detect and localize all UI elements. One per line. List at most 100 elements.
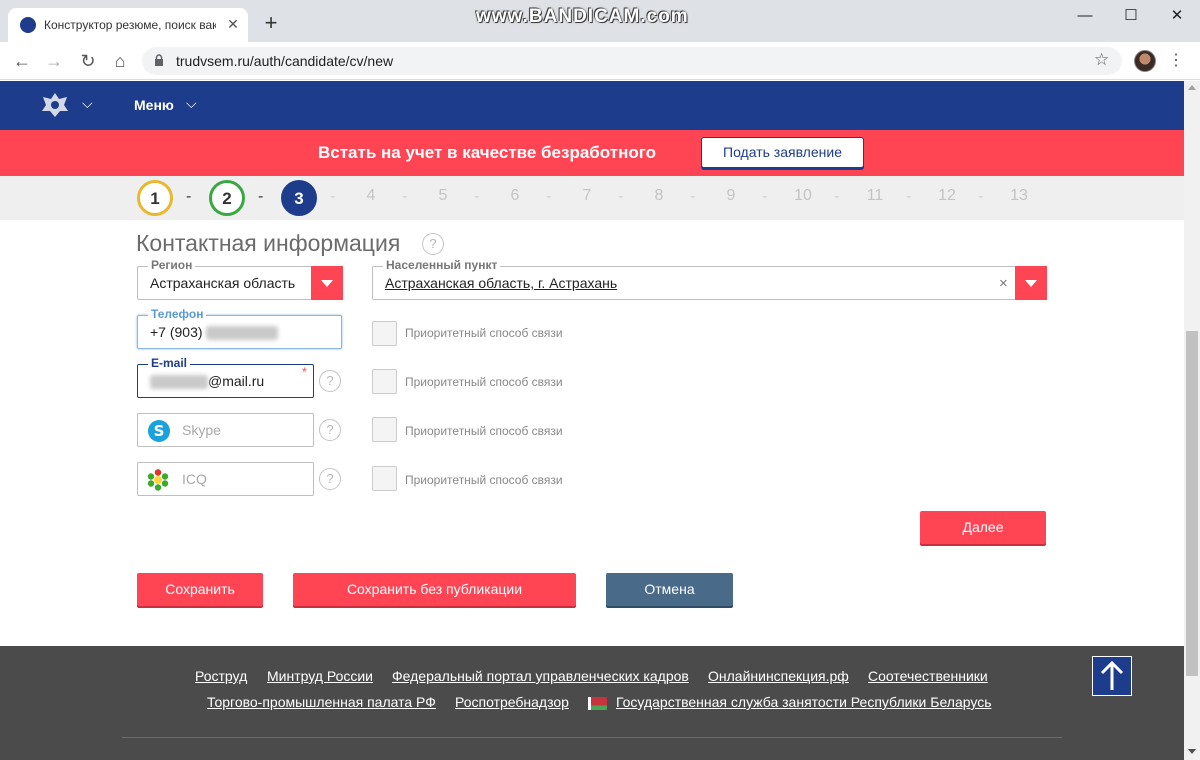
cancel-button[interactable]: Отмена: [606, 573, 733, 606]
icq-input[interactable]: ICQ: [137, 462, 314, 496]
arrow-up-icon: [1100, 660, 1124, 690]
phone-input[interactable]: Телефон +7 (903): [137, 307, 342, 349]
scroll-up-icon[interactable]: [1188, 85, 1196, 90]
chevron-down-icon[interactable]: ⌵: [186, 95, 197, 112]
phone-priority-checkbox[interactable]: [372, 321, 397, 346]
site-header: ⌵ Меню ⌵: [0, 81, 1184, 130]
skype-priority-label: Приоритетный способ связи: [405, 424, 563, 438]
footer-link-mintrud[interactable]: Минтруд России: [267, 668, 373, 684]
city-select[interactable]: Населенный пункт Астраханская область, г…: [372, 258, 1047, 300]
unemployment-banner: Встать на учет в качестве безработного П…: [0, 130, 1184, 176]
submit-application-button[interactable]: Подать заявление: [701, 137, 864, 168]
footer-link-rospotrebnadzor[interactable]: Роспотребнадзор: [455, 694, 569, 710]
browser-menu-icon[interactable]: ⋮: [1166, 50, 1186, 72]
icq-priority-checkbox[interactable]: [372, 466, 397, 491]
footer-link-management-portal[interactable]: Федеральный портал управленческих кадров: [392, 668, 689, 684]
region-select[interactable]: Регион Астраханская область: [137, 258, 343, 300]
scroll-to-top-button[interactable]: [1092, 656, 1132, 696]
icq-flower-icon: [147, 469, 169, 491]
step-2[interactable]: 2: [209, 180, 245, 216]
site-footer: Роструд Минтруд России Федеральный порта…: [0, 646, 1184, 760]
footer-link-belarus-employment[interactable]: Государственная служба занятости Республ…: [616, 694, 992, 710]
skype-priority-checkbox[interactable]: [372, 417, 397, 442]
forward-icon[interactable]: →: [42, 50, 66, 72]
svg-text:S: S: [154, 422, 165, 440]
clear-icon[interactable]: ×: [999, 275, 1008, 292]
new-tab-icon[interactable]: +: [258, 10, 284, 36]
minimize-icon[interactable]: —: [1062, 6, 1108, 26]
step-6: 6: [510, 187, 520, 204]
footer-link-rostrud[interactable]: Роструд: [195, 668, 247, 684]
step-13: 13: [1010, 187, 1028, 204]
step-separator: -: [978, 188, 984, 205]
region-value: Астраханская область: [150, 275, 296, 291]
phone-priority-label: Приоритетный способ связи: [405, 326, 563, 340]
dropdown-arrow-icon[interactable]: [1015, 266, 1047, 300]
step-separator: -: [906, 188, 912, 205]
window-close-icon[interactable]: ✕: [1154, 6, 1200, 26]
profile-avatar[interactable]: [1134, 50, 1156, 72]
region-label: Регион: [148, 258, 196, 272]
skype-placeholder: Skype: [182, 422, 221, 438]
step-7: 7: [582, 187, 592, 204]
step-progress: 1-2-3-4-5-6-7-8-9-10-11-12-13: [0, 176, 1184, 220]
step-12: 12: [938, 187, 956, 204]
city-value: Астраханская область, г. Астрахань: [385, 275, 618, 291]
step-8: 8: [654, 187, 664, 204]
maximize-icon[interactable]: ☐: [1108, 6, 1154, 26]
scrollbar-thumb[interactable]: [1186, 331, 1198, 676]
skype-help-icon[interactable]: ?: [319, 419, 341, 441]
belarus-flag-icon: [588, 697, 607, 710]
next-button[interactable]: Далее: [920, 511, 1046, 544]
save-without-publishing-button[interactable]: Сохранить без публикации: [293, 573, 576, 606]
step-separator: -: [402, 188, 408, 205]
step-11: 11: [866, 187, 884, 204]
tab-close-icon[interactable]: ✕: [224, 14, 242, 34]
step-3[interactable]: 3: [281, 180, 317, 216]
phone-prefix: +7 (903): [150, 324, 203, 340]
email-help-icon[interactable]: ?: [319, 370, 341, 392]
help-icon[interactable]: ?: [422, 233, 444, 255]
step-separator: -: [258, 188, 264, 205]
tab-title: Конструктор резюме, поиск вак: [44, 18, 216, 32]
save-button[interactable]: Сохранить: [137, 573, 263, 606]
home-icon[interactable]: ⌂: [108, 50, 132, 72]
browser-toolbar: ← → ↻ ⌂ trudvsem.ru/auth/candidate/cv/ne…: [0, 42, 1200, 80]
email-input[interactable]: E-mail @mail.ru *: [137, 356, 314, 398]
main-menu-button[interactable]: Меню: [134, 97, 174, 113]
footer-link-onlineinspection[interactable]: Онлайнинспекция.рф: [708, 668, 849, 684]
email-priority-checkbox[interactable]: [372, 369, 397, 394]
dropdown-arrow-icon[interactable]: [311, 266, 343, 300]
icq-help-icon[interactable]: ?: [319, 468, 341, 490]
step-separator: -: [618, 188, 624, 205]
page-scrollbar[interactable]: [1184, 81, 1200, 760]
reload-icon[interactable]: ↻: [76, 50, 100, 72]
skype-icon: S: [148, 420, 170, 442]
recording-watermark: www.BANDICAM.com: [476, 6, 689, 27]
email-domain: @mail.ru: [208, 373, 265, 389]
step-1[interactable]: 1: [137, 180, 173, 216]
step-separator: -: [762, 188, 768, 205]
page-title: Контактная информация: [136, 230, 401, 256]
address-bar[interactable]: trudvsem.ru/auth/candidate/cv/new ☆: [142, 47, 1122, 75]
bookmark-star-icon[interactable]: ☆: [1094, 50, 1109, 70]
step-separator: -: [834, 188, 840, 205]
skype-input[interactable]: S Skype: [137, 413, 314, 447]
footer-divider: [122, 737, 1062, 738]
step-5: 5: [438, 187, 448, 204]
footer-link-chamber-commerce[interactable]: Торгово-промышленная палата РФ: [207, 694, 436, 710]
back-icon[interactable]: ←: [10, 50, 34, 72]
chevron-down-icon[interactable]: ⌵: [82, 95, 93, 112]
lock-icon: [155, 54, 163, 66]
redacted-phone: [206, 326, 279, 341]
scroll-down-icon[interactable]: [1188, 749, 1196, 754]
step-separator: -: [474, 188, 480, 205]
required-mark: *: [302, 365, 307, 379]
step-separator: -: [546, 188, 552, 205]
emblem-icon[interactable]: [40, 91, 70, 119]
footer-link-compatriots[interactable]: Соотечественники: [868, 668, 988, 684]
step-separator: -: [330, 188, 336, 205]
step-9: 9: [726, 187, 736, 204]
browser-tab[interactable]: Конструктор резюме, поиск вак ✕: [8, 8, 248, 42]
email-label: E-mail: [148, 356, 191, 370]
